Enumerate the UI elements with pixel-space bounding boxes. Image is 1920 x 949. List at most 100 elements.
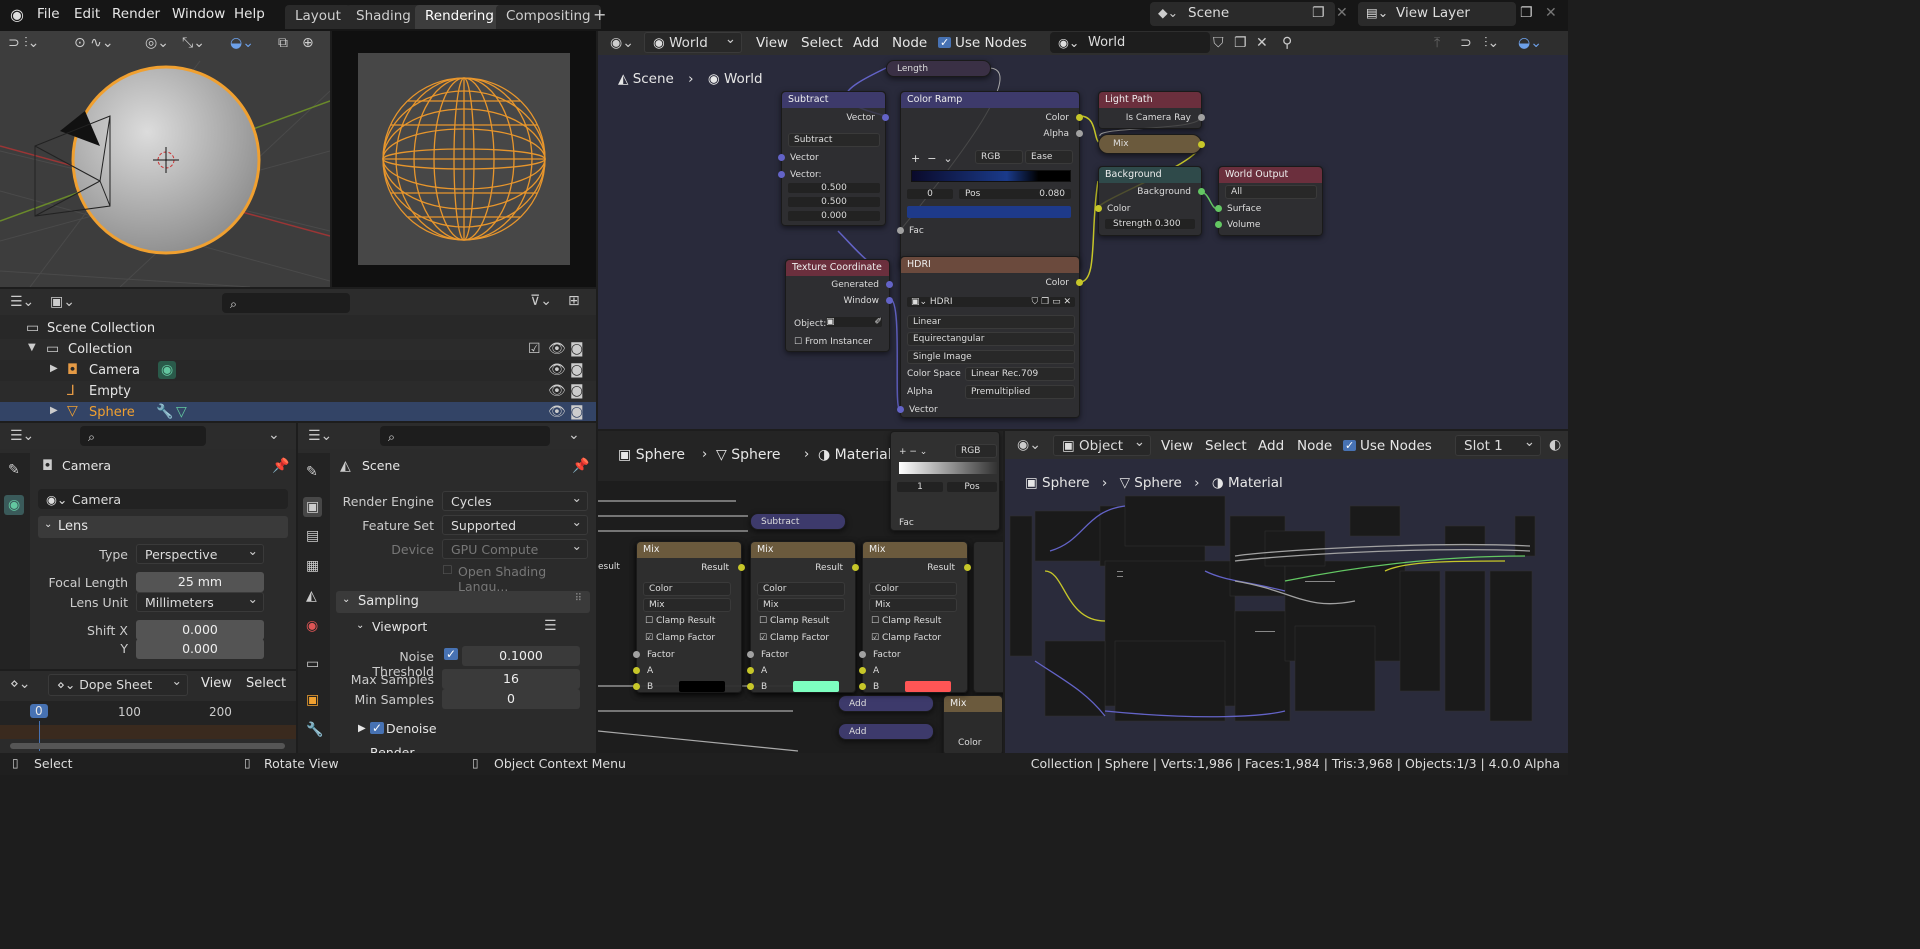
focal-length-field[interactable]: 25 mm <box>136 572 264 592</box>
editor-type-icon[interactable]: ☰⌄ <box>10 429 34 443</box>
lens-unit-dropdown[interactable]: Millimeters <box>136 591 264 612</box>
node-mix[interactable]: Mix Result Color Mix ☐ Clamp Result ☑ Cl… <box>633 541 745 693</box>
vector-x-field[interactable]: 0.500 <box>788 183 880 193</box>
scrollbar[interactable] <box>10 743 285 749</box>
node-subtract-collapsed[interactable]: Subtract <box>750 513 846 530</box>
view-layer-selector[interactable]: ▤⌄ View Layer <box>1358 2 1516 26</box>
menu-file[interactable]: File <box>37 6 60 22</box>
world-tab-icon[interactable]: ◉ <box>306 619 318 633</box>
node-mix[interactable]: Mix Result Color Mix ☐ Clamp Result ☑ Cl… <box>747 541 859 693</box>
node-subtract[interactable]: Subtract Vector Subtract Vector Vector: … <box>778 91 889 226</box>
menu-help[interactable]: Help <box>234 6 265 22</box>
outliner-row-camera[interactable]: ▶ ◘ Camera ◉ 👁 ◙ <box>0 360 596 381</box>
outliner-row-collection[interactable]: ▼ ▭ Collection ☑ 👁 ◙ <box>0 339 596 360</box>
node-mix-bottom[interactable]: Mix Color <box>943 695 1003 753</box>
data-type-dropdown[interactable]: Color <box>757 582 845 596</box>
input-socket[interactable] <box>859 683 866 690</box>
node-light-path[interactable]: Light Path Is Camera Ray <box>1098 91 1205 129</box>
eye-icon[interactable]: 👁 <box>548 363 566 377</box>
mid-node-editor[interactable]: ▣ Sphere › ▽ Sphere › ◑ Material + − ⌄ R… <box>598 431 1003 753</box>
interpolation-dropdown[interactable]: Linear <box>907 315 1075 329</box>
color-swatch[interactable] <box>905 681 951 692</box>
pin-icon[interactable]: 📌 <box>272 459 289 473</box>
shift-x-field[interactable]: 0.000 <box>136 620 264 640</box>
input-socket[interactable] <box>859 667 866 674</box>
modifier-tab-icon[interactable]: 🔧 <box>306 723 323 737</box>
node-length[interactable]: Length <box>886 60 991 77</box>
viewport-subpanel-title[interactable]: Viewport <box>372 619 427 634</box>
camera-render-icon[interactable]: ◙ <box>570 342 584 356</box>
properties-render[interactable]: ☰⌄ ⌕ ⌄ ✎ ▣ ▤ ▦ ◭ ◉ ▭ ▣ 🔧 ◭ Scene 📌 Rende… <box>298 423 596 753</box>
view-layer-tab-icon[interactable]: ▦ <box>306 559 319 573</box>
input-socket[interactable] <box>747 667 754 674</box>
node-mix-5[interactable] <box>973 541 1003 693</box>
render-tab-icon[interactable]: ▣ <box>303 497 323 517</box>
input-socket[interactable] <box>747 651 754 658</box>
scene-copy-icon[interactable]: ❐ <box>1312 6 1325 20</box>
camera-data-tab-icon[interactable]: ◉ <box>4 495 25 515</box>
camera-render-icon[interactable]: ◙ <box>570 363 584 377</box>
max-samples-field[interactable]: 16 <box>442 669 580 689</box>
output-socket[interactable] <box>1198 188 1205 195</box>
node-color-ramp[interactable]: Color Ramp Color Alpha + − ⌄ RGB Ease 0 … <box>897 91 1083 269</box>
noise-threshold-checkbox[interactable]: ✓ <box>444 648 459 660</box>
ramp-pos-field[interactable]: Pos 0.080 <box>959 189 1071 199</box>
eye-icon[interactable]: 👁 <box>548 384 566 398</box>
node-texture-coordinate[interactable]: Texture Coordinate Generated Window Obje… <box>785 259 893 352</box>
input-socket[interactable] <box>633 667 640 674</box>
lens-panel-header[interactable]: ⌄ Lens <box>38 516 288 538</box>
shift-y-field[interactable]: 0.000 <box>136 639 264 659</box>
menu-select[interactable]: Select <box>246 676 286 691</box>
dope-sheet[interactable]: ⋄⌄ ⋄⌄ Dope Sheet View Select 0 100 200 <box>0 671 296 753</box>
world-node-editor[interactable]: ◉⌄ ◉ World View Select Add Node ✓ Use No… <box>598 31 1568 429</box>
output-socket[interactable] <box>852 564 859 571</box>
blend-mode-dropdown[interactable]: Mix <box>757 598 845 612</box>
menu-edit[interactable]: Edit <box>74 6 100 22</box>
input-socket[interactable] <box>633 683 640 690</box>
tool-tab-icon[interactable]: ✎ <box>306 465 318 479</box>
menu-window[interactable]: Window <box>172 6 225 22</box>
color-swatch[interactable] <box>793 681 839 692</box>
vector-z-field[interactable]: 0.000 <box>788 211 880 221</box>
source-dropdown[interactable]: Single Image <box>907 350 1075 364</box>
input-socket[interactable] <box>1215 205 1222 212</box>
output-socket[interactable] <box>1076 114 1083 121</box>
strength-field[interactable]: Strength 0.300 <box>1105 219 1195 229</box>
input-socket[interactable] <box>859 651 866 658</box>
expand-icon[interactable]: ▶ <box>50 364 58 374</box>
color-space-dropdown[interactable]: Linear Rec.709 <box>965 367 1075 381</box>
feature-set-dropdown[interactable]: Supported <box>442 514 588 535</box>
timeline-ruler[interactable]: 0 100 200 <box>0 701 296 725</box>
clamp-result-checkbox[interactable]: ☐ Clamp Result <box>645 616 715 626</box>
blend-mode-dropdown[interactable]: Mix <box>643 598 731 612</box>
display-mode-icon[interactable]: ▣⌄ <box>50 295 75 309</box>
tab-compositing[interactable]: Compositing <box>496 5 601 29</box>
menu-view[interactable]: View <box>201 676 232 691</box>
camera-render-icon[interactable]: ◙ <box>570 384 584 398</box>
image-actions-icon[interactable]: ⛉ ❐ ▭ ✕ <box>1032 297 1071 307</box>
list-icon[interactable]: ☰ <box>544 619 557 633</box>
outliner[interactable]: ☰⌄ ▣⌄ ⌕ ⊽⌄ ⊞ ▭ Scene Collection ▼ ▭ Coll… <box>0 289 596 421</box>
properties-search-input[interactable]: ⌕ <box>80 426 206 446</box>
output-socket[interactable] <box>1198 114 1205 121</box>
from-instancer-checkbox[interactable]: ☐ From Instancer <box>794 337 872 347</box>
scene-close-icon[interactable]: ✕ <box>1336 6 1348 20</box>
add-workspace-icon[interactable]: + <box>593 7 606 23</box>
expand-icon[interactable]: ▶ <box>358 723 366 734</box>
min-samples-field[interactable]: 0 <box>442 689 580 709</box>
node-hdri[interactable]: HDRI Color ▣⌄ HDRI ⛉ ❐ ▭ ✕ Linear Equirec… <box>897 256 1083 418</box>
color-mode-dropdown[interactable]: RGB <box>975 150 1023 164</box>
view-layer-copy-icon[interactable]: ❐ <box>1520 6 1533 20</box>
clamp-result-checkbox[interactable]: ☐ Clamp Result <box>759 616 829 626</box>
input-socket[interactable] <box>747 683 754 690</box>
clamp-result-checkbox[interactable]: ☐ Clamp Result <box>871 616 941 626</box>
math-mode-dropdown[interactable]: Subtract <box>788 133 880 147</box>
outliner-row-empty[interactable]: ⅃ Empty 👁 ◙ <box>0 381 596 402</box>
checkbox-icon[interactable]: ☐ <box>442 564 453 576</box>
ramp-index-field[interactable]: 0 <box>907 189 953 199</box>
checkbox-icon[interactable]: ☑ <box>528 342 541 356</box>
input-socket[interactable] <box>1215 221 1222 228</box>
3d-viewport[interactable]: ⊃ ⫶⌄ ⊙ ∿⌄ ◎⌄ ⤡⌄ ◒⌄ ⧉ ⊕ <box>0 31 330 287</box>
object-tab-icon[interactable]: ▣ <box>306 693 319 707</box>
input-socket[interactable] <box>778 171 785 178</box>
